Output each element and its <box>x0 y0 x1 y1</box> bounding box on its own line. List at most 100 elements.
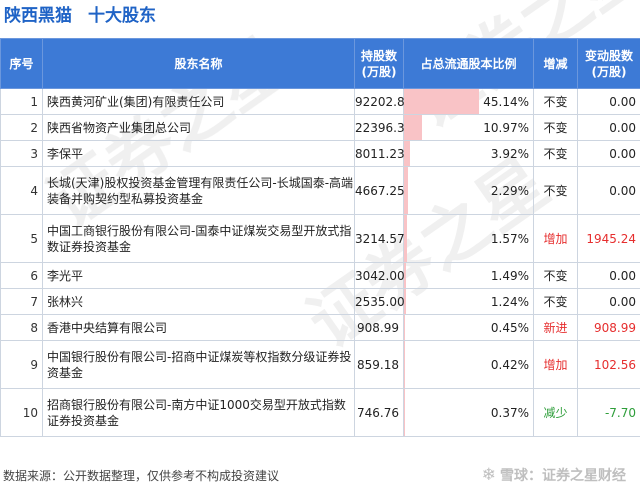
cell-change: 908.99 <box>577 314 640 341</box>
column-header-name: 股东名称 <box>42 38 355 89</box>
cell-rank: 2 <box>0 114 43 141</box>
cell-direction: 增加 <box>533 340 578 389</box>
ratio-label: 1.24% <box>490 294 529 309</box>
cell-change: 1945.24 <box>577 214 640 263</box>
table-row: 4 长城(天津)股权投资基金管理有限责任公司-长城国泰-高端装备并购契约型私募投资… <box>0 166 640 215</box>
table-body: 1 陕西黄河矿业(集团)有限责任公司 92202.84 45.14% 不变 0.00 2 陕西… <box>0 88 640 437</box>
cell-rank: 1 <box>0 88 43 115</box>
table-header-row: 序号 股东名称 持股数 (万股) 占总流通股本比例 增减 变动股数 (万股) <box>0 38 640 89</box>
cell-ratio: 1.49% <box>403 262 534 289</box>
ratio-label: 0.37% <box>490 405 529 420</box>
cell-direction: 不变 <box>533 288 578 315</box>
cell-change: 102.56 <box>577 340 640 389</box>
table-row: 7 张林兴 2535.00 1.24% 不变 0.00 <box>0 288 640 315</box>
column-header-shares: 持股数 (万股) <box>354 38 404 89</box>
cell-rank: 3 <box>0 140 43 167</box>
cell-holder-name: 中国工商银行股份有限公司-国泰中证煤炭交易型开放式指数证券投资基金 <box>42 214 355 263</box>
cell-holder-name: 招商银行股份有限公司-南方中证1000交易型开放式指数证券投资基金 <box>42 388 355 437</box>
cell-rank: 10 <box>0 388 43 437</box>
ratio-bar <box>404 115 423 140</box>
company-name: 陕西黑猫 <box>4 6 72 26</box>
ratio-label: 10.97% <box>483 120 529 135</box>
ratio-bar <box>404 315 405 340</box>
cell-shares: 4667.25 <box>354 166 405 215</box>
cell-rank: 4 <box>0 166 43 215</box>
ratio-bar <box>404 215 407 262</box>
cell-direction: 减少 <box>533 388 578 437</box>
cell-shares: 3214.57 <box>354 214 405 263</box>
ratio-label: 1.49% <box>490 268 529 283</box>
cell-change: 0.00 <box>577 140 640 167</box>
cell-direction: 不变 <box>533 114 578 141</box>
ratio-label: 2.29% <box>490 183 529 198</box>
snowball-icon: ❄ <box>481 465 496 485</box>
cell-ratio: 0.42% <box>403 340 534 389</box>
table-row: 3 李保平 8011.23 3.92% 不变 0.00 <box>0 140 640 167</box>
table-row: 2 陕西省物资产业集团总公司 22396.38 10.97% 不变 0.00 <box>0 114 640 141</box>
table-row: 9 中国银行股份有限公司-招商中证煤炭等权指数分级证券投资基金 859.18 0.42… <box>0 340 640 389</box>
cell-shares: 92202.84 <box>354 88 412 115</box>
cell-direction: 不变 <box>533 140 578 167</box>
table-row: 10 招商银行股份有限公司-南方中证1000交易型开放式指数证券投资基金 746.7… <box>0 388 640 437</box>
data-source-note: 数据来源：公开数据整理，仅供参考不构成投资建议 <box>3 469 280 483</box>
ratio-bar <box>404 141 411 166</box>
cell-rank: 5 <box>0 214 43 263</box>
cell-ratio: 2.29% <box>403 166 534 215</box>
cell-ratio: 45.14% <box>403 88 534 115</box>
column-header-change: 变动股数 (万股) <box>577 38 640 89</box>
cell-direction: 增加 <box>533 214 578 263</box>
ratio-bar <box>404 263 407 288</box>
cell-shares: 8011.23 <box>354 140 405 167</box>
cell-shares: 2535.00 <box>354 288 405 315</box>
ratio-label: 0.42% <box>490 357 529 372</box>
cell-holder-name: 陕西省物资产业集团总公司 <box>42 114 355 141</box>
cell-change: 0.00 <box>577 288 640 315</box>
brand-label: ❄ 雪球：证券之星财经 <box>482 465 626 485</box>
ratio-bar <box>404 289 407 314</box>
cell-shares: 908.99 <box>354 314 404 341</box>
cell-ratio: 10.97% <box>403 114 534 141</box>
cell-holder-name: 李光平 <box>42 262 355 289</box>
cell-change: 0.00 <box>577 262 640 289</box>
page-title: 陕西黑猫 十大股东 <box>4 3 156 29</box>
page-subtitle: 十大股东 <box>88 6 156 26</box>
cell-rank: 7 <box>0 288 43 315</box>
ratio-bar <box>404 167 408 214</box>
ratio-bar <box>404 89 479 114</box>
table-row: 8 香港中央结算有限公司 908.99 0.45% 新进 908.99 <box>0 314 640 341</box>
cell-direction: 新进 <box>533 314 578 341</box>
table-row: 6 李光平 3042.00 1.49% 不变 0.00 <box>0 262 640 289</box>
cell-ratio: 3.92% <box>403 140 534 167</box>
cell-change: 0.00 <box>577 114 640 141</box>
cell-ratio: 0.45% <box>403 314 534 341</box>
cell-holder-name: 香港中央结算有限公司 <box>42 314 355 341</box>
table-row: 5 中国工商银行股份有限公司-国泰中证煤炭交易型开放式指数证券投资基金 3214.5… <box>0 214 640 263</box>
ratio-label: 0.45% <box>490 320 529 335</box>
column-header-rank: 序号 <box>0 38 43 89</box>
ratio-label: 1.57% <box>490 231 529 246</box>
table-row: 1 陕西黄河矿业(集团)有限责任公司 92202.84 45.14% 不变 0.00 <box>0 88 640 115</box>
cell-ratio: 1.57% <box>403 214 534 263</box>
cell-shares: 22396.38 <box>354 114 412 141</box>
column-header-ratio: 占总流通股本比例 <box>403 38 534 89</box>
cell-shares: 3042.00 <box>354 262 405 289</box>
cell-holder-name: 李保平 <box>42 140 355 167</box>
cell-holder-name: 中国银行股份有限公司-招商中证煤炭等权指数分级证券投资基金 <box>42 340 355 389</box>
ratio-label: 3.92% <box>490 146 529 161</box>
cell-rank: 6 <box>0 262 43 289</box>
column-header-direction: 增减 <box>533 38 578 89</box>
cell-change: 0.00 <box>577 88 640 115</box>
cell-direction: 不变 <box>533 166 578 215</box>
ratio-bar <box>404 341 405 388</box>
cell-holder-name: 张林兴 <box>42 288 355 315</box>
cell-change: -7.70 <box>577 388 640 437</box>
cell-ratio: 0.37% <box>403 388 534 437</box>
cell-ratio: 1.24% <box>403 288 534 315</box>
cell-direction: 不变 <box>533 88 578 115</box>
brand-text: 雪球：证券之星财经 <box>500 468 626 484</box>
ratio-label: 45.14% <box>483 94 529 109</box>
cell-rank: 9 <box>0 340 43 389</box>
top-shareholders-table: 序号 股东名称 持股数 (万股) 占总流通股本比例 增减 变动股数 (万股) 1… <box>0 38 640 437</box>
cell-rank: 8 <box>0 314 43 341</box>
cell-holder-name: 长城(天津)股权投资基金管理有限责任公司-长城国泰-高端装备并购契约型私募投资基… <box>42 166 355 215</box>
